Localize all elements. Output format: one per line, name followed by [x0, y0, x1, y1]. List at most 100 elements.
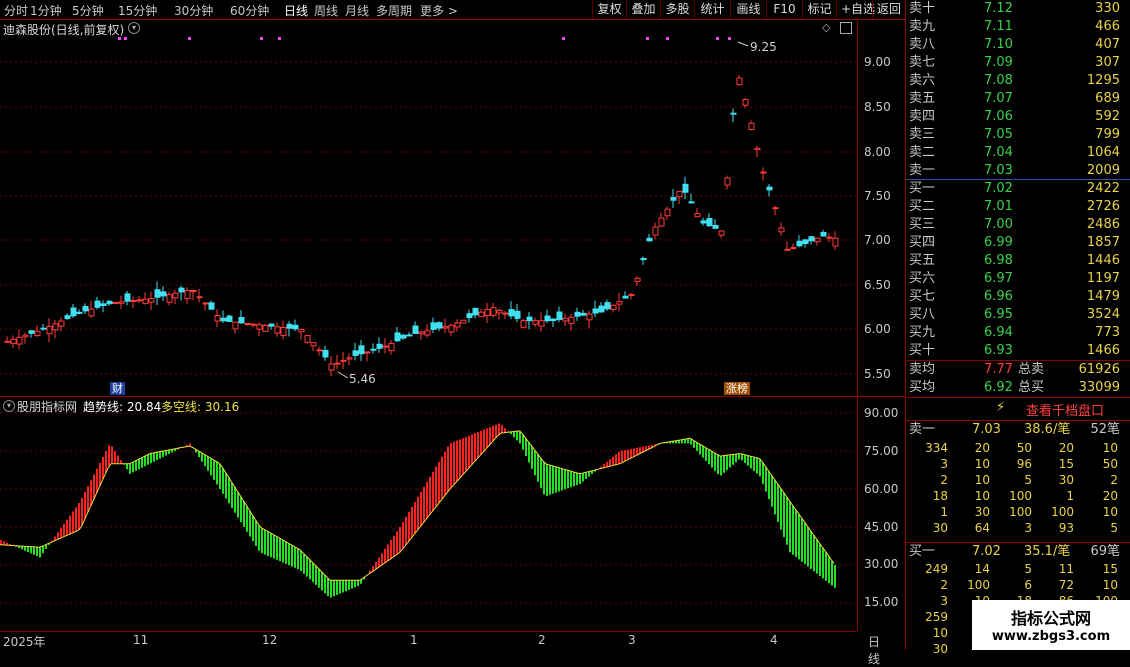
bids-level-row[interactable]: 买七 6.96 1479 [906, 288, 1130, 306]
kline-panel[interactable]: 迪森股份(日线,前复权) ▾ ◇ 9.25 5.46 财 涨榜 [0, 20, 857, 396]
candle-body [370, 348, 377, 351]
candle-body [802, 239, 809, 245]
overlay-button[interactable]: 叠加 [626, 0, 660, 19]
bids-level-row[interactable]: 买三 7.00 2486 [906, 216, 1130, 234]
level-label: 买九 [909, 325, 936, 340]
bids-level-row[interactable]: 买九 6.94 773 [906, 324, 1130, 342]
bids-level-row[interactable]: 买一 7.02 2422 [906, 180, 1130, 198]
f10-button[interactable]: F10 [766, 0, 802, 19]
total-buy-label: 总买 [1018, 380, 1045, 395]
candle-body [202, 302, 209, 305]
queue-cell: 5 [1024, 473, 1032, 487]
queue-cell: 14 [974, 562, 990, 576]
queue-cell: 3 [940, 457, 948, 471]
period-more[interactable]: 更多 > [420, 2, 458, 19]
indicator-panel[interactable]: ▾ 股朋指标网 趋势线: 20.84 多空线: 30.16 [0, 397, 857, 630]
candle-body [28, 330, 35, 334]
candle-body [478, 311, 485, 318]
level-price: 7.05 [984, 127, 1013, 142]
date-label: 12 [262, 633, 278, 647]
fuquan-button[interactable]: 复权 [592, 0, 626, 19]
back-button[interactable]: 返回 [872, 0, 905, 19]
finance-badge[interactable]: 财 [110, 382, 125, 395]
level-volume: 2009 [1086, 163, 1120, 178]
candle-body [346, 357, 353, 360]
period-1min[interactable]: 1分钟 [30, 2, 62, 19]
asks-level-row[interactable]: 卖一 7.03 2009 [906, 162, 1130, 180]
sell1_grid-row: 3 10 96 15 50 [906, 456, 1130, 472]
asks-level-row[interactable]: 卖四 7.06 592 [906, 108, 1130, 126]
signal-dot [260, 37, 263, 40]
level-label: 卖八 [909, 37, 936, 52]
stats-button[interactable]: 统计 [694, 0, 730, 19]
candle-body [172, 292, 179, 299]
candle-body [178, 287, 185, 293]
candle-body [70, 307, 77, 317]
asks-level-row[interactable]: 卖十 7.12 330 [906, 0, 1130, 18]
candle-body [484, 309, 491, 317]
period-5min[interactable]: 5分钟 [72, 2, 104, 19]
candle-body [358, 345, 365, 355]
multi-stock-button[interactable]: 多股 [660, 0, 694, 19]
asks-level-row[interactable]: 卖七 7.09 307 [906, 54, 1130, 72]
candle-body [394, 332, 401, 342]
period-monthly[interactable]: 月线 [345, 2, 369, 19]
mark-button[interactable]: 标记 [802, 0, 836, 19]
bids-level-row[interactable]: 买五 6.98 1446 [906, 252, 1130, 270]
level-label: 卖四 [909, 109, 936, 124]
watermark-logo: 指标公式网 www.zbgs3.com [972, 600, 1130, 650]
level-price: 7.01 [984, 199, 1013, 214]
view-depth-button[interactable]: 查看千档盘口 [1026, 400, 1104, 419]
candle-body [16, 336, 23, 345]
candle-body [562, 317, 569, 322]
gainer-list-badge[interactable]: 涨榜 [724, 382, 750, 395]
bids-level-row[interactable]: 买八 6.95 3524 [906, 306, 1130, 324]
buy1-label: 买一 [909, 544, 936, 559]
signal-dot [118, 37, 121, 40]
candle-body [604, 302, 611, 310]
asks-level-row[interactable]: 卖八 7.10 407 [906, 36, 1130, 54]
level-price: 6.99 [984, 235, 1013, 250]
level-volume: 592 [1095, 109, 1120, 124]
asks-level-row[interactable]: 卖五 7.07 689 [906, 90, 1130, 108]
asks-level-row[interactable]: 卖三 7.05 799 [906, 126, 1130, 144]
sell1-label: 卖一 [909, 422, 936, 437]
candle-body [256, 324, 263, 330]
period-15min[interactable]: 15分钟 [118, 2, 157, 19]
watermark-title: 指标公式网 [1010, 609, 1091, 628]
candle-body [400, 334, 407, 339]
asks-level-row[interactable]: 卖九 7.11 466 [906, 18, 1130, 36]
queue-cell: 50 [1016, 441, 1032, 455]
period-30min[interactable]: 30分钟 [174, 2, 213, 19]
queue-cell: 20 [1102, 489, 1118, 503]
asks-level-row[interactable]: 卖六 7.08 1295 [906, 72, 1130, 90]
bids-level-row[interactable]: 买二 7.01 2726 [906, 198, 1130, 216]
candle-body [466, 313, 473, 319]
candle-body [580, 312, 587, 316]
candle-body [418, 331, 425, 335]
period-indicator: 日线 [868, 635, 881, 666]
bids-level-row[interactable]: 买六 6.97 1197 [906, 270, 1130, 288]
queue-cell: 249 [925, 562, 948, 576]
period-60min[interactable]: 60分钟 [230, 2, 269, 19]
price-tick: 7.50 [864, 189, 891, 203]
add-favorite-button[interactable]: +自选 [836, 0, 875, 19]
period-daily[interactable]: 日线 [284, 2, 308, 19]
axis-separator [857, 20, 858, 631]
asks-level-row[interactable]: 卖二 7.04 1064 [906, 144, 1130, 162]
candle-body [226, 315, 233, 322]
bids-level-row[interactable]: 买四 6.99 1857 [906, 234, 1130, 252]
level-label: 卖十 [909, 1, 936, 16]
period-fenshi[interactable]: 分时 [4, 2, 28, 19]
period-weekly[interactable]: 周线 [314, 2, 338, 19]
level-label: 买四 [909, 235, 936, 250]
period-multi[interactable]: 多周期 [376, 2, 412, 19]
candle-body [778, 227, 785, 233]
indicator-tick: 60.00 [864, 482, 899, 496]
candle-body [118, 301, 125, 304]
level-price: 6.93 [984, 343, 1013, 358]
indicator-tick: 15.00 [864, 595, 899, 609]
date-label: 2 [538, 633, 546, 647]
draw-line-button[interactable]: 画线 [730, 0, 766, 19]
bids-level-row[interactable]: 买十 6.93 1466 [906, 342, 1130, 360]
